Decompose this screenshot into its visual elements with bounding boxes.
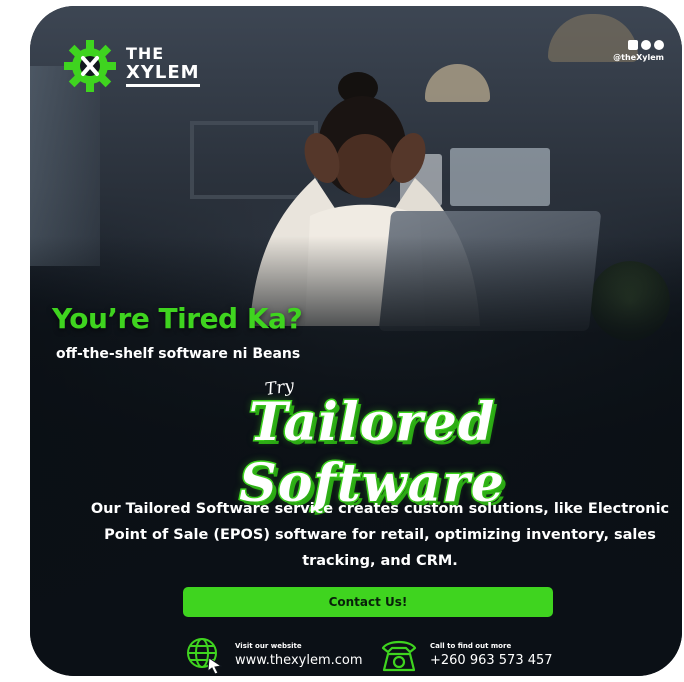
globe-cursor-icon (187, 638, 223, 674)
website-info[interactable]: Visit our website www.thexylem.com (185, 636, 363, 674)
headline: You’re Tired Ka? (52, 302, 303, 335)
gear-icon (64, 40, 116, 92)
phone-number[interactable]: +260 963 573 457 (430, 653, 553, 668)
telephone-icon (381, 640, 417, 672)
service-description: Our Tailored Software service creates cu… (90, 501, 670, 569)
subheadline: off-the-shelf software ni Beans (56, 346, 301, 362)
phone-label: Call to find out more (430, 642, 512, 650)
phone-info[interactable]: Call to find out more +260 963 573 457 (380, 636, 553, 674)
logo-the-text: THE (126, 43, 165, 63)
website-label: Visit our website (235, 642, 302, 650)
social-block: @theXylem (613, 40, 664, 62)
promo-card: THE XYLEM @theXylem You’re Tired Ka? off… (30, 6, 682, 676)
logo-name-text: XYLEM (126, 63, 200, 87)
brand-logo: THE XYLEM (64, 40, 200, 92)
website-url[interactable]: www.thexylem.com (235, 653, 363, 668)
instagram-icon[interactable] (641, 40, 651, 50)
social-handle: @theXylem (613, 53, 664, 62)
facebook-icon[interactable] (654, 40, 664, 50)
contact-us-button[interactable]: Contact Us! (183, 587, 553, 617)
linkedin-icon[interactable] (628, 40, 638, 50)
